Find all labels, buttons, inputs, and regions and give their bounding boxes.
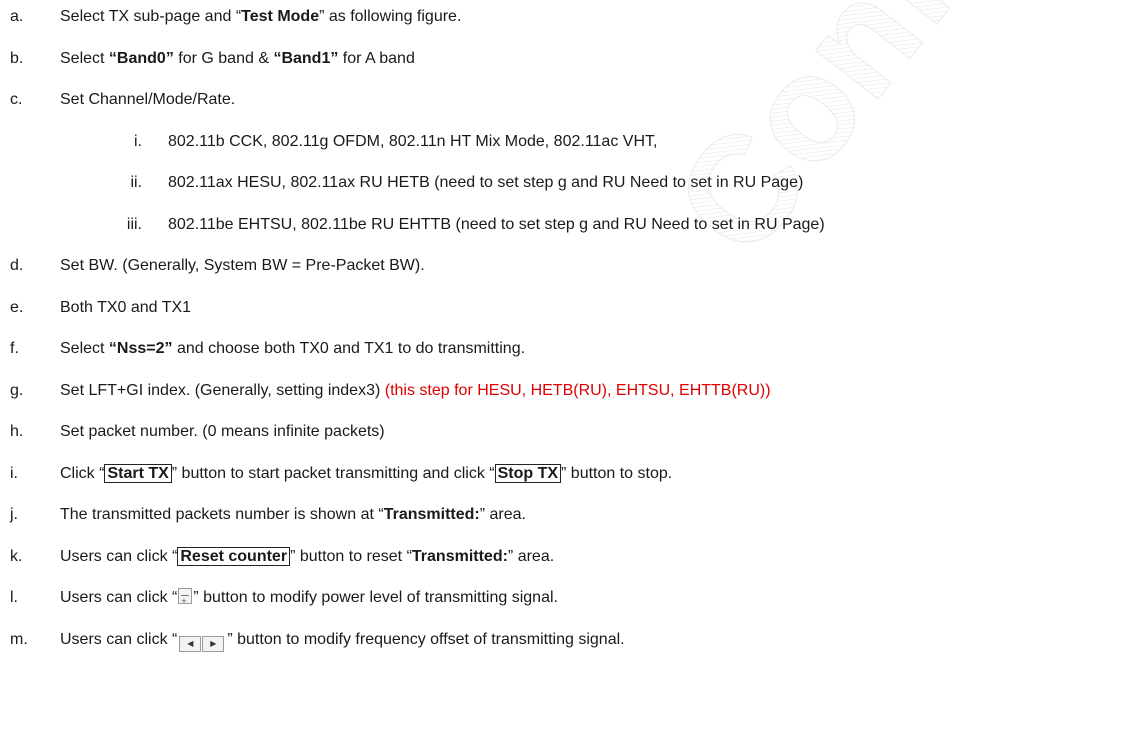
item-letter: f. [10,340,19,357]
item-text: The transmitted packets number is shown … [60,506,526,523]
list-item-h: h. Set packet number. (0 means infinite … [0,417,1124,459]
sub-item-number: i. [134,132,142,150]
item-text: Set packet number. (0 means infinite pac… [60,423,385,440]
item-letter: d. [10,257,24,274]
list-item-k: k. Users can click “Reset counter” butto… [0,542,1124,584]
list-item-i: i. Click “Start TX” button to start pack… [0,459,1124,501]
spin-button-icon [178,586,193,616]
left-right-arrows-icon: ◀ ▶ [179,627,225,657]
reset-counter-button-label: Reset counter [177,546,291,566]
item-text: Set Channel/Mode/Rate. [60,91,236,108]
item-text: Both TX0 and TX1 [60,298,192,316]
item-text: Select TX sub-page and “Test Mode” as fo… [60,8,462,25]
item-text: Select “Band0” for G band & “Band1” for … [60,49,415,67]
item-letter: m. [10,630,28,648]
sub-item-i: i. 802.11b CCK, 802.11g OFDM, 802.11n HT… [0,127,1124,169]
item-letter: c. [10,91,23,108]
list-item-m: m. Users can click “◀ ▶” button to modify… [0,625,1124,667]
item-letter: g. [10,381,24,399]
item-text: Set LFT+GI index. (Generally, setting in… [60,381,771,399]
sub-item-iii: iii. 802.11be EHTSU, 802.11be RU EHTTB (… [0,210,1124,252]
sub-item-number: ii. [130,174,142,191]
red-note: (this step for HESU, HETB(RU), EHTSU, EH… [384,381,771,399]
item-text: Users can click “◀ ▶” button to modify fr… [60,625,625,657]
item-text: Select “Nss=2” and choose both TX0 and T… [60,340,526,357]
list-item-b: b. Select “Band0” for G band & “Band1” f… [0,44,1124,86]
sub-item-text: 802.11b CCK, 802.11g OFDM, 802.11n HT Mi… [168,132,658,150]
item-letter: k. [10,547,23,565]
item-text: Users can click “Reset counter” button t… [60,546,555,566]
item-letter: e. [10,298,24,316]
list-item-l: l. Users can click “” button to modify p… [0,583,1124,625]
list-item-a: a. Select TX sub-page and “Test Mode” as… [0,2,1124,44]
item-text: Click “Start TX” button to start packet … [60,463,673,483]
list-item-c: c. Set Channel/Mode/Rate. [0,85,1124,127]
sub-item-text: 802.11ax HESU, 802.11ax RU HETB (need to… [168,174,804,191]
item-text: Users can click “” button to modify powe… [60,583,558,616]
stop-tx-button-label: Stop TX [494,463,562,483]
instruction-list: a. Select TX sub-page and “Test Mode” as… [0,0,1124,666]
list-item-e: e. Both TX0 and TX1 [0,293,1124,335]
start-tx-button-label: Start TX [104,463,172,483]
item-letter: a. [10,8,24,25]
item-letter: j. [10,506,18,523]
list-item-g: g. Set LFT+GI index. (Generally, setting… [0,376,1124,418]
sub-item-number: iii. [126,215,142,233]
sub-item-ii: ii. 802.11ax HESU, 802.11ax RU HETB (nee… [0,168,1124,210]
item-text: Set BW. (Generally, System BW = Pre-Pack… [60,257,425,274]
item-letter: l. [10,589,18,606]
list-item-d: d. Set BW. (Generally, System BW = Pre-P… [0,251,1124,293]
item-letter: h. [10,423,24,440]
item-letter: i. [10,464,18,482]
item-letter: b. [10,49,24,67]
sub-item-text: 802.11be EHTSU, 802.11be RU EHTTB (need … [168,215,825,233]
list-item-f: f. Select “Nss=2” and choose both TX0 an… [0,334,1124,376]
list-item-j: j. The transmitted packets number is sho… [0,500,1124,542]
